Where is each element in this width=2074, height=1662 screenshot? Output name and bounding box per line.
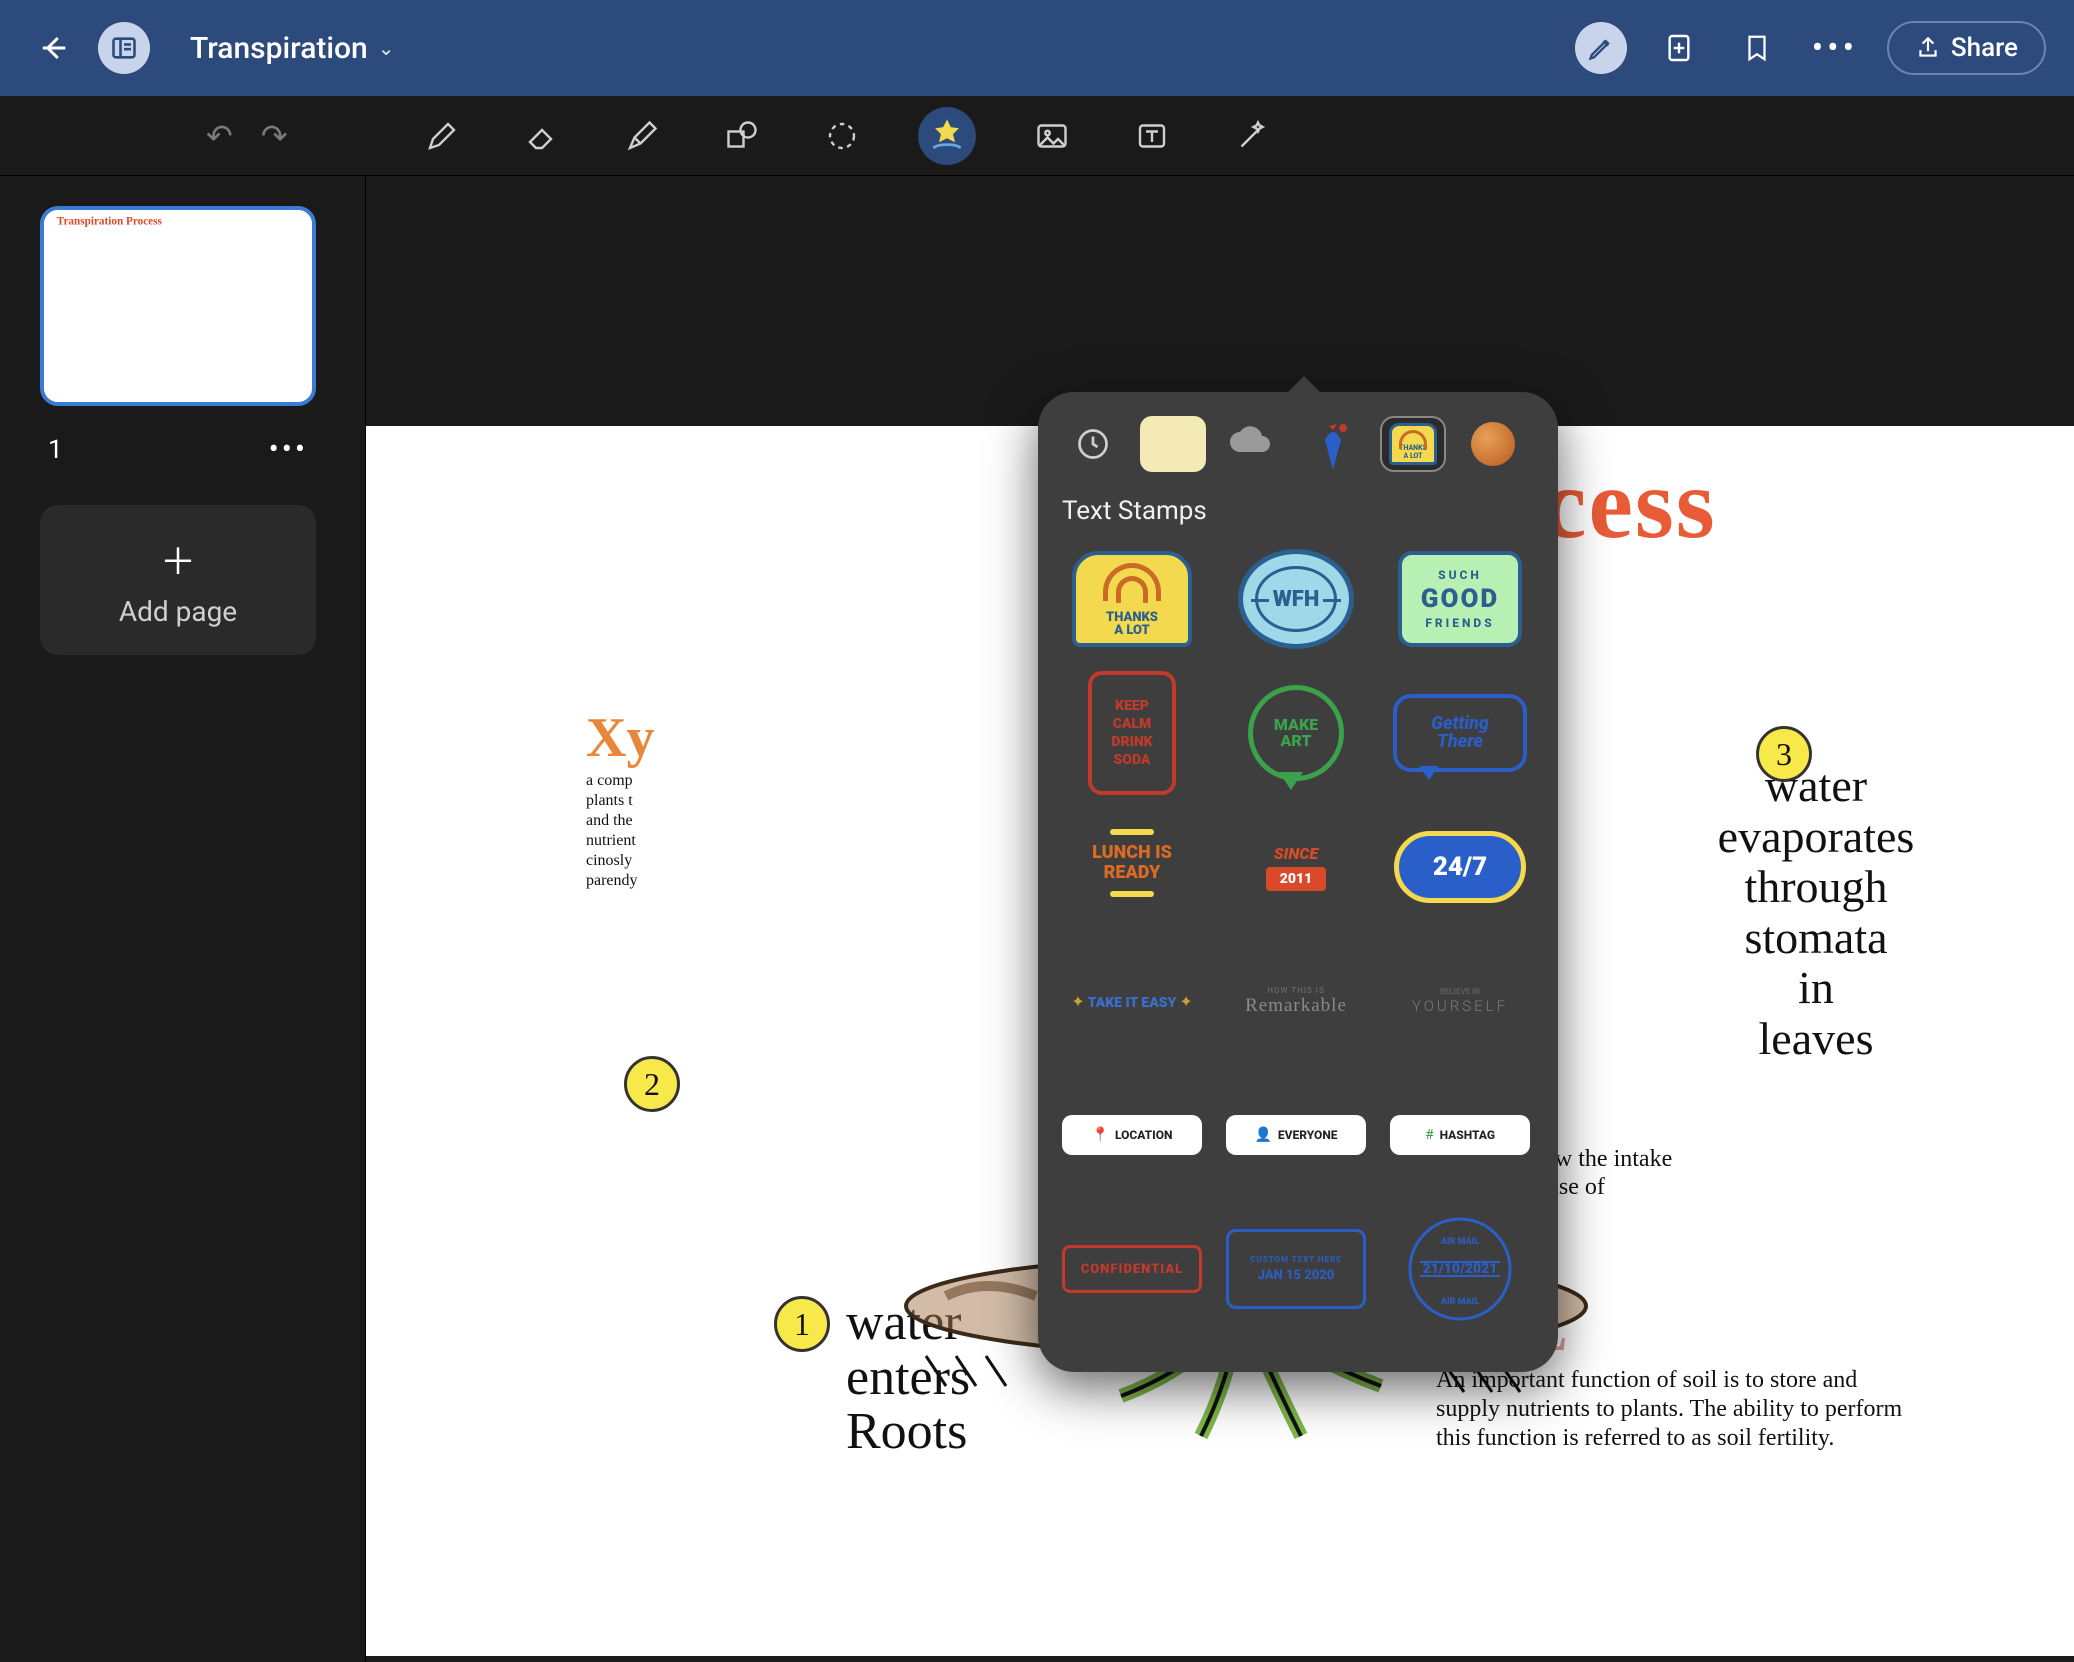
share-label: Share: [1951, 33, 2018, 63]
image-tool[interactable]: [1028, 112, 1076, 160]
document-title: Transpiration: [190, 31, 368, 66]
sticker-24-7[interactable]: 24/7: [1390, 812, 1530, 922]
page-menu-button[interactable]: •••: [269, 432, 308, 467]
sticker-air-mail[interactable]: AIR MAILAIR MAIL 21/10/2021: [1390, 1214, 1530, 1324]
sticker-location[interactable]: 📍LOCATION: [1062, 1080, 1202, 1190]
toolbar: ↶ ↷: [0, 96, 2074, 176]
svg-text:AIR MAIL: AIR MAIL: [1441, 1297, 1480, 1307]
bookmark-button[interactable]: [1731, 22, 1783, 74]
plus-icon: ＋: [160, 533, 196, 585]
pen-tool[interactable]: [418, 112, 466, 160]
notes-tab[interactable]: [1140, 416, 1206, 472]
sticker-hashtag[interactable]: #HASHTAG: [1390, 1080, 1530, 1190]
lasso-tool[interactable]: [818, 112, 866, 160]
sticker-popover: THANKSA LOT Text Stamps THANKSA LOT WFH …: [1038, 392, 1558, 1372]
navbar: Transpiration ⌄ ••• Share: [0, 0, 2074, 96]
document-title-dropdown[interactable]: Transpiration ⌄: [190, 31, 395, 66]
sticker-take-it-easy[interactable]: ✦TAKE IT EASY✦: [1062, 946, 1202, 1056]
add-document-button[interactable]: [1653, 22, 1705, 74]
thought-tab[interactable]: [1220, 416, 1286, 472]
sticker-remarkable[interactable]: HOW THIS ISRemarkable: [1226, 946, 1366, 1056]
pen-mode-button[interactable]: [1575, 22, 1627, 74]
page-sidebar: Transpiration Process 1 ••• ＋ Add page: [0, 176, 366, 1662]
step-3-text: water evaporates through stomata in leav…: [1676, 761, 1956, 1065]
chevron-down-icon: ⌄: [378, 36, 395, 60]
sticker-wfh[interactable]: WFH: [1226, 544, 1366, 654]
xylem-body: a comp plants t and the nutrient cinosly…: [586, 772, 638, 889]
recent-tab[interactable]: [1060, 416, 1126, 472]
sticker-everyone[interactable]: 👤EVERYONE: [1226, 1080, 1366, 1190]
sticker-thanks-a-lot[interactable]: THANKSA LOT: [1062, 544, 1202, 654]
add-page-button[interactable]: ＋ Add page: [40, 505, 316, 655]
step-2-badge: 2: [624, 1056, 680, 1112]
sticker-make-art[interactable]: MAKE ART: [1226, 678, 1366, 788]
page-number: 1: [48, 435, 63, 465]
drawing-tab[interactable]: [1300, 416, 1366, 472]
sidebar-toggle-button[interactable]: [98, 22, 150, 74]
popover-section-title: Text Stamps: [1062, 496, 1534, 526]
sticker-category-tabs: THANKSA LOT: [1058, 412, 1538, 488]
sticker-tool[interactable]: [918, 107, 976, 165]
more-menu-button[interactable]: •••: [1809, 22, 1861, 74]
highlighter-tool[interactable]: [618, 112, 666, 160]
planet-tab[interactable]: [1460, 416, 1526, 472]
svg-text:AIR MAIL: AIR MAIL: [1441, 1237, 1480, 1247]
sticker-since-2011[interactable]: SINCE2011: [1226, 812, 1366, 922]
add-page-label: Add page: [119, 595, 237, 628]
step-1-badge: 1: [774, 1296, 830, 1352]
text-stamps-tab[interactable]: THANKSA LOT: [1380, 416, 1446, 472]
undo-button[interactable]: ↶: [206, 117, 233, 155]
sticker-confidential[interactable]: CONFIDENTIAL: [1062, 1214, 1202, 1324]
shape-tool[interactable]: [718, 112, 766, 160]
magic-tool[interactable]: [1228, 112, 1276, 160]
sticker-keep-calm[interactable]: KEEP CALM DRINK SODA: [1062, 678, 1202, 788]
sticker-getting-there[interactable]: Getting There: [1390, 678, 1530, 788]
xylem-heading: Xy: [586, 706, 654, 770]
sticker-good-friends[interactable]: SUCHGOODFRIENDS: [1390, 544, 1530, 654]
redo-button[interactable]: ↷: [261, 117, 288, 155]
back-button[interactable]: [28, 22, 80, 74]
eraser-tool[interactable]: [518, 112, 566, 160]
sticker-yourself[interactable]: BELIEVE INYOURSELF: [1390, 946, 1530, 1056]
xylem-block: Xy a comp plants t and the nutrient cino…: [586, 706, 654, 890]
text-tool[interactable]: [1128, 112, 1176, 160]
share-button[interactable]: Share: [1887, 21, 2046, 75]
sticker-custom-date[interactable]: CUSTOM TEXT HEREJAN 15 2020: [1226, 1214, 1366, 1324]
sticker-lunch-ready[interactable]: LUNCH IS READY: [1062, 812, 1202, 922]
page-thumbnail[interactable]: Transpiration Process: [40, 206, 316, 406]
sticker-grid[interactable]: THANKSA LOT WFH SUCHGOODFRIENDS KEEP CAL…: [1058, 544, 1538, 1334]
canvas-area[interactable]: ion Process Xy a comp plants t and the n…: [366, 176, 2074, 1662]
thumb-title: Transpiration Process: [57, 215, 162, 228]
